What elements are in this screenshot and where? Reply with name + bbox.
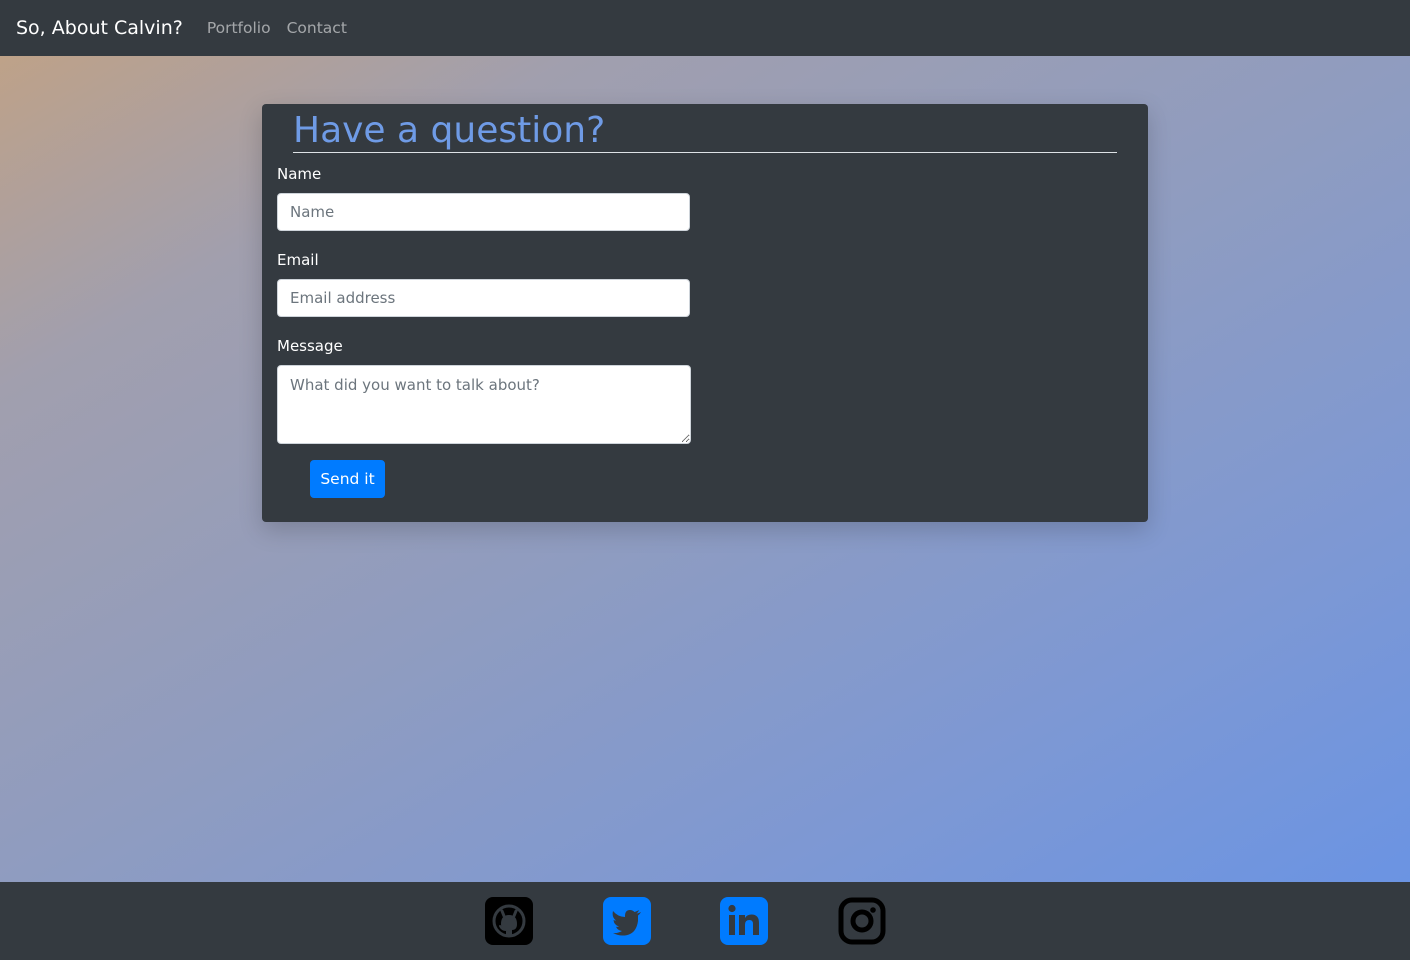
github-link[interactable] [485,897,533,945]
email-input[interactable] [277,279,690,317]
name-label: Name [277,165,322,183]
nav-link-contact[interactable]: Contact [287,19,347,37]
twitter-link[interactable] [603,897,651,945]
form-title: Have a question? [293,110,1117,153]
nav-link-portfolio[interactable]: Portfolio [207,19,271,37]
linkedin-link[interactable] [720,897,768,945]
instagram-icon [838,897,886,945]
send-button[interactable]: Send it [310,460,385,498]
brand-link[interactable]: So, About Calvin? [16,17,183,39]
name-input[interactable] [277,193,690,231]
contact-form-card: Have a question? Name Email Message Send… [262,104,1148,522]
message-textarea[interactable] [277,365,691,444]
footer [0,882,1410,960]
github-icon [485,897,533,945]
top-navbar: So, About Calvin? Portfolio Contact [0,0,1410,56]
instagram-link[interactable] [838,897,886,945]
linkedin-icon [720,897,768,945]
email-label: Email [277,251,319,269]
twitter-icon [603,897,651,945]
message-label: Message [277,337,343,355]
